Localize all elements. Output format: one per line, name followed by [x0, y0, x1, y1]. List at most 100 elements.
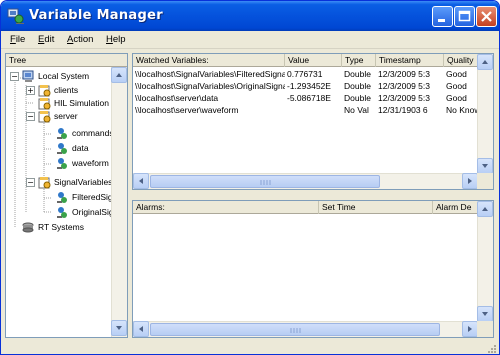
process-icon [38, 111, 51, 123]
watched-variable-cell: 12/3/2009 5:3 [378, 69, 430, 79]
watched-scroll-down-button[interactable] [477, 158, 493, 174]
watched-variable-cell: \\localhost\server\waveform [135, 105, 239, 115]
watched-column-header[interactable]: Value [285, 54, 342, 67]
tree-pane[interactable]: Tree − Local System + clients HIL Simula… [5, 53, 128, 338]
watched-column-header[interactable]: Watched Variables: [133, 54, 285, 67]
watched-variable-row[interactable]: \\localhost\SignalVariables\FilteredSign… [133, 68, 478, 80]
rt-systems-icon [22, 222, 34, 233]
horizontal-splitter[interactable] [132, 191, 494, 199]
tree-expander[interactable]: − [10, 72, 19, 81]
tree-node-label: data [72, 143, 89, 153]
scroll-left-arrow-icon [139, 178, 143, 184]
watched-variable-row[interactable]: \\localhost\server\waveform No Val 12/31/1… [133, 104, 484, 116]
watched-variable-cell: Double [344, 69, 371, 79]
alarms-header: Alarms: Set Time Alarm De [133, 201, 478, 214]
computer-icon [22, 70, 34, 82]
scroll-grip-icon [260, 180, 271, 185]
tree-vertical-scrollbar[interactable] [111, 67, 127, 337]
variable-icon [57, 192, 67, 203]
alarms-vertical-scrollbar[interactable] [477, 201, 493, 322]
watched-column-header[interactable]: Timestamp [376, 54, 444, 67]
tree-node-label: waveform [72, 158, 109, 168]
tree-node-label: clients [54, 85, 79, 95]
app-icon [7, 8, 24, 24]
menu-edit-label: dit [44, 34, 55, 45]
watched-variable-cell: \\localhost\server\data [135, 93, 219, 103]
alarms-scroll-thumb[interactable] [150, 323, 440, 336]
watched-variable-row[interactable]: \\localhost\server\data -5.086718E Double 1… [133, 92, 478, 104]
resize-grip-icon[interactable] [485, 342, 497, 354]
tree-expander[interactable]: − [26, 178, 35, 187]
variable-icon [57, 158, 67, 169]
scroll-down-arrow-icon [116, 326, 122, 330]
alarms-scroll-down-button[interactable] [477, 306, 493, 322]
watched-vertical-scrollbar[interactable] [477, 54, 493, 174]
watched-scroll-up-button[interactable] [477, 54, 493, 70]
menu-file-label: ile [15, 34, 26, 45]
watched-variable-cell: \\localhost\SignalVariables\OriginalSign… [135, 81, 285, 91]
tree-node-label: server [54, 111, 78, 121]
tree-node-label: commands [72, 128, 114, 138]
watched-scroll-thumb[interactable] [150, 175, 380, 188]
maximize-button[interactable] [454, 6, 475, 27]
menu-help[interactable]: Help [106, 34, 126, 45]
menu-bar: File Edit Action Help [1, 31, 499, 49]
menu-action-label: ction [73, 34, 94, 45]
watched-variable-cell: Double [344, 93, 371, 103]
window-title: Variable Manager [29, 8, 163, 23]
scroll-right-arrow-icon [468, 178, 472, 184]
menu-file[interactable]: File [10, 34, 25, 45]
watched-variable-cell: No Val [344, 105, 369, 115]
tree-expander[interactable]: − [26, 112, 35, 121]
scroll-up-arrow-icon [482, 207, 488, 211]
watched-variable-row[interactable]: \\localhost\SignalVariables\OriginalSign… [133, 80, 478, 92]
alarms-pane[interactable]: Alarms: Set Time Alarm De [132, 200, 494, 338]
maximize-icon [458, 10, 471, 22]
alarms-horizontal-scrollbar[interactable] [133, 321, 478, 337]
tree-scroll-down-button[interactable] [111, 320, 127, 336]
tree-scroll-up-button[interactable] [111, 67, 127, 83]
scroll-down-arrow-icon [482, 164, 488, 168]
scroll-up-arrow-icon [482, 60, 488, 64]
close-icon [481, 11, 492, 22]
watched-scroll-right-button[interactable] [462, 173, 478, 189]
tree-expander[interactable]: + [26, 86, 35, 95]
tree-header-label: Tree [9, 55, 27, 65]
alarms-column-header[interactable]: Alarm De [433, 201, 478, 214]
watched-horizontal-scrollbar[interactable] [133, 173, 478, 189]
minimize-button[interactable] [432, 6, 453, 27]
watched-variable-cell: 0.776731 [287, 69, 323, 79]
scroll-grip-icon [290, 328, 301, 333]
tree-node-label: SignalVariables [54, 177, 113, 187]
alarms-column-header[interactable]: Alarms: [133, 201, 319, 214]
watched-variable-cell: 12/3/2009 5:3 [378, 93, 430, 103]
menu-edit[interactable]: Edit [38, 34, 54, 45]
alarms-scroll-up-button[interactable] [477, 201, 493, 217]
process-icon [38, 85, 51, 97]
alarms-scroll-right-button[interactable] [462, 321, 478, 337]
menu-action[interactable]: Action [67, 34, 93, 45]
alarms-column-header[interactable]: Set Time [319, 201, 433, 214]
title-bar[interactable]: Variable Manager [1, 1, 499, 31]
watched-variable-cell: 12/31/1903 6 [378, 105, 428, 115]
watched-header: Watched Variables: Value Type Timestamp Qual… [133, 54, 484, 67]
tree-header[interactable]: Tree [6, 54, 127, 67]
watched-variables-pane[interactable]: Watched Variables: Value Type Timestamp Qual… [132, 53, 494, 190]
watched-scroll-left-button[interactable] [133, 173, 149, 189]
tree-node-label: Local System [38, 71, 90, 81]
watched-column-header[interactable]: Type [342, 54, 376, 67]
process-icon [38, 98, 51, 110]
watched-variable-cell: -5.086718E [287, 93, 331, 103]
watched-variable-cell [285, 104, 342, 116]
watched-variable-cell: \\localhost\SignalVariables\FilteredSign… [135, 69, 285, 79]
scroll-down-arrow-icon [482, 312, 488, 316]
vertical-splitter[interactable] [128, 53, 132, 338]
minimize-icon [438, 19, 445, 22]
close-button[interactable] [476, 6, 497, 27]
tree-node-label: RT Systems [38, 222, 84, 232]
variable-icon [57, 207, 67, 218]
scroll-up-arrow-icon [116, 73, 122, 77]
variable-manager-window: Variable Manager File Edit Action Help T… [0, 0, 500, 355]
variable-icon [57, 143, 67, 154]
alarms-scroll-left-button[interactable] [133, 321, 149, 337]
